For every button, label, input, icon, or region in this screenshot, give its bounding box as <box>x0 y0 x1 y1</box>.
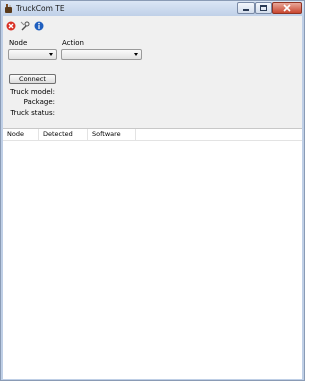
connect-button[interactable]: Connect <box>9 74 56 84</box>
info-icon[interactable] <box>34 21 44 31</box>
truck-status-label: Truck status: <box>10 109 55 117</box>
truck-model-label: Truck model: <box>10 88 55 96</box>
action-dropdown[interactable] <box>61 49 142 60</box>
node-label: Node <box>9 39 28 47</box>
wrench-icon[interactable] <box>20 21 30 31</box>
window-title: TruckCom TE <box>16 4 65 13</box>
column-header-node[interactable]: Node <box>3 129 39 140</box>
node-dropdown[interactable] <box>8 49 57 60</box>
node-table[interactable]: Node Detected Software <box>3 128 302 379</box>
close-button[interactable] <box>272 2 302 14</box>
close-icon <box>283 4 291 12</box>
chevron-down-icon <box>49 53 53 56</box>
minimize-icon <box>243 9 249 11</box>
column-header-software[interactable]: Software <box>88 129 136 140</box>
column-header-detected[interactable]: Detected <box>39 129 88 140</box>
app-window: TruckCom TE Node Action Connect Truck mo… <box>0 0 305 381</box>
table-header: Node Detected Software <box>3 129 302 141</box>
stop-icon[interactable] <box>6 21 16 31</box>
minimize-button[interactable] <box>237 2 255 14</box>
main-panel: Node Action Connect Truck model: Package… <box>3 16 302 379</box>
package-label: Package: <box>23 98 55 106</box>
title-bar[interactable]: TruckCom TE <box>1 1 304 16</box>
app-icon <box>5 4 12 13</box>
action-label: Action <box>62 39 84 47</box>
chevron-down-icon <box>134 53 138 56</box>
column-header-filler <box>136 129 302 140</box>
maximize-button[interactable] <box>255 2 272 14</box>
maximize-icon <box>260 5 267 11</box>
